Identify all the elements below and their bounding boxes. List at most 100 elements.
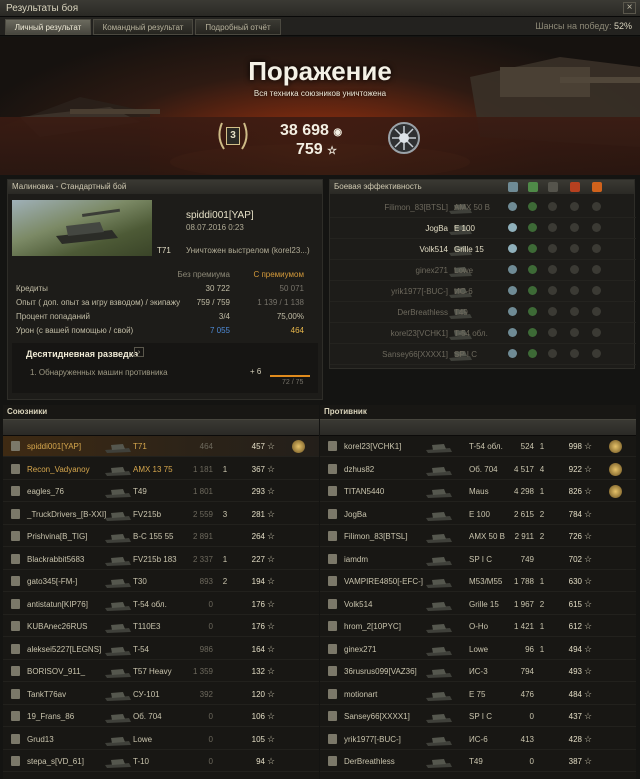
quest-open-button[interactable]: › bbox=[134, 347, 144, 357]
player-name[interactable]: BORISOV_911_ bbox=[27, 667, 85, 676]
enemy-name: Filimon_83[BTSL] bbox=[384, 203, 448, 212]
tank-icon bbox=[426, 691, 452, 701]
player-row[interactable]: _TruckDrivers_[B-XXI] FV215b 2 559 3 281 ☆ bbox=[3, 504, 319, 525]
player-name[interactable]: TankT76av bbox=[27, 690, 66, 699]
player-row[interactable]: Recon_Vadyanoy AMX 13 75 1 181 1 367 ☆ bbox=[3, 459, 319, 480]
star-icon: ☆ bbox=[584, 576, 593, 586]
achievement-medal-icon[interactable] bbox=[386, 120, 422, 156]
medal-icon[interactable] bbox=[292, 440, 305, 453]
player-name[interactable]: _TruckDrivers_[B-XXI] bbox=[27, 510, 106, 519]
allies-columns-header[interactable] bbox=[3, 419, 319, 436]
player-row[interactable]: Volk514 Grille 15 1 967 2 615 ☆ bbox=[320, 594, 636, 615]
player-name[interactable]: korel23[VCHK1] bbox=[344, 442, 401, 451]
player-row[interactable]: motionart E 75 476 484 ☆ bbox=[320, 684, 636, 705]
medal-icon[interactable] bbox=[609, 462, 622, 476]
player-name[interactable]: yrik1977[-BUC-] bbox=[344, 735, 401, 744]
player-row[interactable]: Grud13 Lowe 0 105 ☆ bbox=[3, 729, 319, 750]
map-mode-title: Малиновка - Стандартный бой bbox=[8, 180, 322, 194]
player-row[interactable]: 36rusrus099[VAZ36] ИС-3 794 493 ☆ bbox=[320, 661, 636, 682]
player-name[interactable]: Filimon_83[BTSL] bbox=[344, 532, 408, 541]
damage-row: Урон (с вашей помощью / свой) 7 055 464 bbox=[12, 324, 318, 338]
enemies-columns-header[interactable] bbox=[320, 419, 636, 436]
player-row[interactable]: Sansey66[XXXX1] SP I C 0 437 ☆ bbox=[320, 706, 636, 727]
efficiency-marker-icon bbox=[548, 307, 557, 316]
player-row[interactable]: yrik1977[-BUC-] ИС-6 413 428 ☆ bbox=[320, 729, 636, 750]
player-row[interactable]: Filimon_83[BTSL] AMX 50 B2 911 2 726 ☆ bbox=[320, 526, 636, 547]
efficiency-row[interactable]: Volk514 Grille 15 bbox=[330, 239, 636, 260]
player-row[interactable]: stepa_s[VD_61] T-10 0 94 ☆ bbox=[3, 751, 319, 772]
player-row[interactable]: VAMPIRE4850[-EFC-] M53/M55 1 788 1 630 ☆ bbox=[320, 571, 636, 592]
star-icon: ☆ bbox=[584, 508, 593, 519]
player-row[interactable]: BORISOV_911_ T57 Heavy 1 359 132 ☆ bbox=[3, 661, 319, 682]
efficiency-row[interactable]: DerBreathless T49 bbox=[330, 302, 636, 323]
damage-label: Урон (с вашей помощью / свой) bbox=[16, 326, 134, 335]
star-icon: ☆ bbox=[584, 756, 593, 766]
player-name[interactable]: eagles_76 bbox=[27, 487, 64, 496]
player-row[interactable]: hrom_2[10PYC] O-Ho 1 421 1 612 ☆ bbox=[320, 616, 636, 637]
player-name[interactable]: ginex271 bbox=[344, 645, 376, 654]
player-name[interactable]: stepa_s[VD_61] bbox=[27, 757, 84, 766]
player-name[interactable]: VAMPIRE4850[-EFC-] bbox=[344, 577, 423, 586]
player-name[interactable]: KUBAnec26RUS bbox=[27, 622, 87, 631]
enemy-name: ginex271 bbox=[415, 266, 448, 275]
efficiency-row[interactable]: Filimon_83[BTSL] AMX 50 B bbox=[330, 197, 636, 218]
player-name[interactable]: dzhus82 bbox=[344, 465, 374, 474]
player-name[interactable]: gato345[-FM-] bbox=[27, 577, 77, 586]
damage-value: 2 615 bbox=[513, 509, 534, 519]
player-row[interactable]: ginex271 Lowe 96 1 494 ☆ bbox=[320, 639, 636, 660]
player-row[interactable]: antistatun[KIP76] T-54 обл. 0 176 ☆ bbox=[3, 594, 319, 615]
player-row[interactable]: gato345[-FM-] T30 893 2 194 ☆ bbox=[3, 571, 319, 592]
player-row[interactable]: Prishvina[B_TIG] B-C 155 55 2 891 264 ☆ bbox=[3, 526, 319, 547]
player-row[interactable]: TITAN5440 Maus 4 298 1 826 ☆ bbox=[320, 481, 636, 502]
player-name[interactable]: Recon_Vadyanoy bbox=[27, 465, 90, 474]
platoon-icon bbox=[11, 486, 20, 496]
player-row[interactable]: eagles_76 T49 1 801 293 ☆ bbox=[3, 481, 319, 502]
player-name[interactable]: Volk514 bbox=[344, 600, 372, 609]
player-name[interactable]: 19_Frans_86 bbox=[27, 712, 74, 721]
tank-name: FV215b 183 bbox=[133, 554, 177, 564]
player-row[interactable]: spiddi001[YAP] T71 464 457 ☆ bbox=[3, 436, 319, 457]
player-row[interactable]: KUBAnec26RUS T110E3 0 176 ☆ bbox=[3, 616, 319, 637]
efficiency-row[interactable]: JogBa E 100 bbox=[330, 218, 636, 239]
player-name[interactable]: Prishvina[B_TIG] bbox=[27, 532, 87, 541]
player-name[interactable]: DerBreathless bbox=[344, 757, 395, 766]
player-row[interactable]: Blackrabbit5683 FV215b 183 2 337 1 227 ☆ bbox=[3, 549, 319, 570]
player-name[interactable]: 36rusrus099[VAZ36] bbox=[344, 667, 417, 676]
tank-name: T-10 bbox=[133, 757, 150, 766]
tab-personal-result[interactable]: Личный результат bbox=[5, 19, 91, 35]
player-name[interactable]: motionart bbox=[344, 690, 377, 699]
tank-icon bbox=[105, 759, 131, 768]
player-row[interactable]: TankT76av СУ-101 392 120 ☆ bbox=[3, 684, 319, 705]
close-button[interactable]: × bbox=[623, 2, 636, 14]
player-name[interactable]: hrom_2[10PYC] bbox=[344, 622, 401, 631]
medal-icon[interactable] bbox=[609, 485, 622, 498]
player-name[interactable]: spiddi001[YAP] bbox=[27, 442, 81, 451]
efficiency-row[interactable]: ginex271 Lowe bbox=[330, 260, 636, 281]
player-name[interactable]: Blackrabbit5683 bbox=[27, 555, 84, 564]
medal-icon[interactable] bbox=[609, 440, 622, 453]
damage-value: 0 bbox=[208, 712, 213, 721]
player-name[interactable]: TITAN5440 bbox=[344, 487, 384, 496]
efficiency-row[interactable]: Sansey66[XXXX1] SP I C bbox=[330, 344, 636, 365]
player-row[interactable]: aleksei5227[LEGNS] T-54 986 164 ☆ bbox=[3, 639, 319, 660]
player-name[interactable]: antistatun[KIP76] bbox=[27, 600, 88, 609]
tab-detailed-report[interactable]: Подробный отчёт bbox=[195, 19, 281, 35]
tank-name: T49 bbox=[133, 487, 147, 496]
player-name[interactable]: iamdm bbox=[344, 555, 368, 564]
platoon-icon bbox=[11, 576, 20, 586]
player-name[interactable]: JogBa bbox=[344, 510, 367, 519]
tab-team-result[interactable]: Командный результат bbox=[93, 19, 193, 35]
player-name[interactable]: Grud13 bbox=[27, 735, 54, 744]
player-row[interactable]: korel23[VCHK1] T-54 обл. 524 1 998 ☆ bbox=[320, 436, 636, 457]
player-row[interactable]: iamdm SP I C 749 702 ☆ bbox=[320, 549, 636, 570]
player-name[interactable]: aleksei5227[LEGNS] bbox=[27, 645, 101, 654]
player-row[interactable]: 19_Frans_86 Об. 704 0 106 ☆ bbox=[3, 706, 319, 727]
player-name[interactable]: Sansey66[XXXX1] bbox=[344, 712, 410, 721]
player-row[interactable]: DerBreathless T49 0 387 ☆ bbox=[320, 751, 636, 772]
enemy-name: Volk514 bbox=[419, 245, 448, 254]
efficiency-row[interactable]: korel23[VCHK1] T-54 обл. bbox=[330, 323, 636, 344]
player-row[interactable]: JogBa E 100 2 615 2 784 ☆ bbox=[320, 504, 636, 525]
efficiency-row[interactable]: yrik1977[-BUC-] ИС-6 bbox=[330, 281, 636, 302]
efficiency-marker-icon bbox=[528, 307, 537, 316]
player-row[interactable]: dzhus82 Об. 704 4 517 4 922 ☆ bbox=[320, 459, 636, 480]
